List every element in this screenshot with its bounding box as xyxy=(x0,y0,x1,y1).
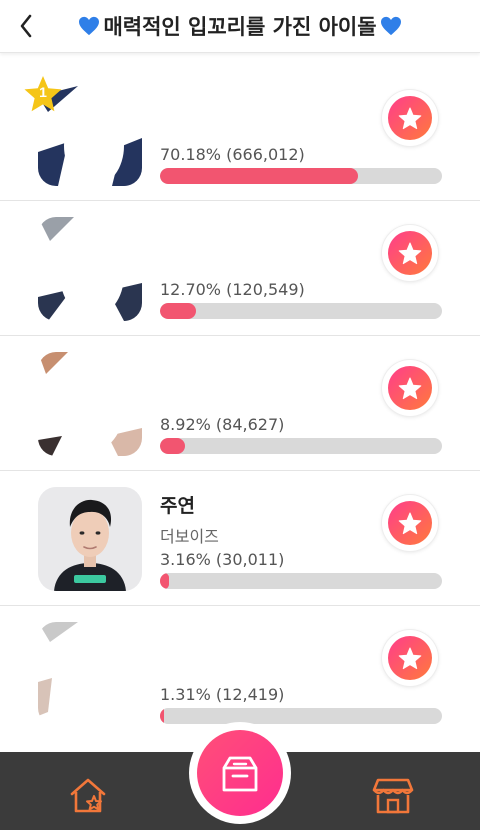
vote-percent: 8.92% (84,627) xyxy=(160,415,285,434)
vote-button[interactable] xyxy=(382,495,438,551)
ranking-list: 1 70.18% (666,012) 12.70% (120,549) 8.92… xyxy=(0,66,480,740)
shop-nav-button[interactable] xyxy=(372,776,414,816)
vote-bar-fill xyxy=(160,303,196,319)
idol-avatar xyxy=(38,217,142,321)
home-nav-button[interactable] xyxy=(68,776,108,816)
vote-bar xyxy=(160,168,442,184)
ranking-row[interactable]: 1 70.18% (666,012) xyxy=(0,66,480,201)
vote-button[interactable] xyxy=(382,90,438,146)
star-icon xyxy=(398,647,422,669)
vote-bar-fill xyxy=(160,168,358,184)
vote-bar xyxy=(160,573,442,589)
star-icon xyxy=(398,377,422,399)
vote-bar-fill xyxy=(160,573,169,589)
vote-percent: 1.31% (12,419) xyxy=(160,685,285,704)
vote-percent: 12.70% (120,549) xyxy=(160,280,305,299)
vote-percent: 70.18% (666,012) xyxy=(160,145,305,164)
page-title-text: 매력적인 입꼬리를 가진 아이돌 xyxy=(103,15,377,39)
blue-heart-icon xyxy=(380,16,401,36)
idol-photo xyxy=(38,487,142,591)
blue-heart-icon xyxy=(79,16,100,36)
vote-percent: 3.16% (30,011) xyxy=(160,550,285,569)
back-button[interactable] xyxy=(8,6,44,46)
idol-avatar xyxy=(38,487,142,591)
home-star-icon xyxy=(70,778,106,813)
ranking-row[interactable]: 8.92% (84,627) xyxy=(0,336,480,471)
blurred-photo xyxy=(38,217,142,321)
ranking-row[interactable]: 1.31% (12,419) xyxy=(0,606,480,740)
vote-bar-fill xyxy=(160,708,164,724)
idol-avatar xyxy=(38,352,142,456)
vote-bar-fill xyxy=(160,438,186,454)
ranking-row[interactable]: 주연 더보이즈 3.16% (30,011) xyxy=(0,471,480,606)
blurred-photo xyxy=(38,352,142,456)
page-title: 매력적인 입꼬리를 가진 아이돌 xyxy=(78,11,401,41)
star-icon xyxy=(398,107,422,129)
star-icon xyxy=(398,512,422,534)
idol-avatar xyxy=(38,622,142,726)
vote-button[interactable] xyxy=(382,225,438,281)
ballot-box-icon xyxy=(222,756,258,792)
chevron-left-icon xyxy=(20,14,32,38)
app-header: 매력적인 입꼬리를 가진 아이돌 xyxy=(0,0,480,53)
vote-button[interactable] xyxy=(382,360,438,416)
vote-box-button[interactable] xyxy=(189,722,291,824)
vote-button[interactable] xyxy=(382,630,438,686)
vote-bar xyxy=(160,303,442,319)
idol-name: 주연 xyxy=(160,495,195,517)
vote-bar xyxy=(160,708,442,724)
star-icon xyxy=(398,242,422,264)
blurred-photo xyxy=(38,622,142,726)
vote-bar xyxy=(160,438,442,454)
shop-icon xyxy=(372,778,414,814)
idol-group: 더보이즈 xyxy=(160,527,219,546)
rank-number: 1 xyxy=(39,84,47,100)
ranking-row[interactable]: 12.70% (120,549) xyxy=(0,201,480,336)
